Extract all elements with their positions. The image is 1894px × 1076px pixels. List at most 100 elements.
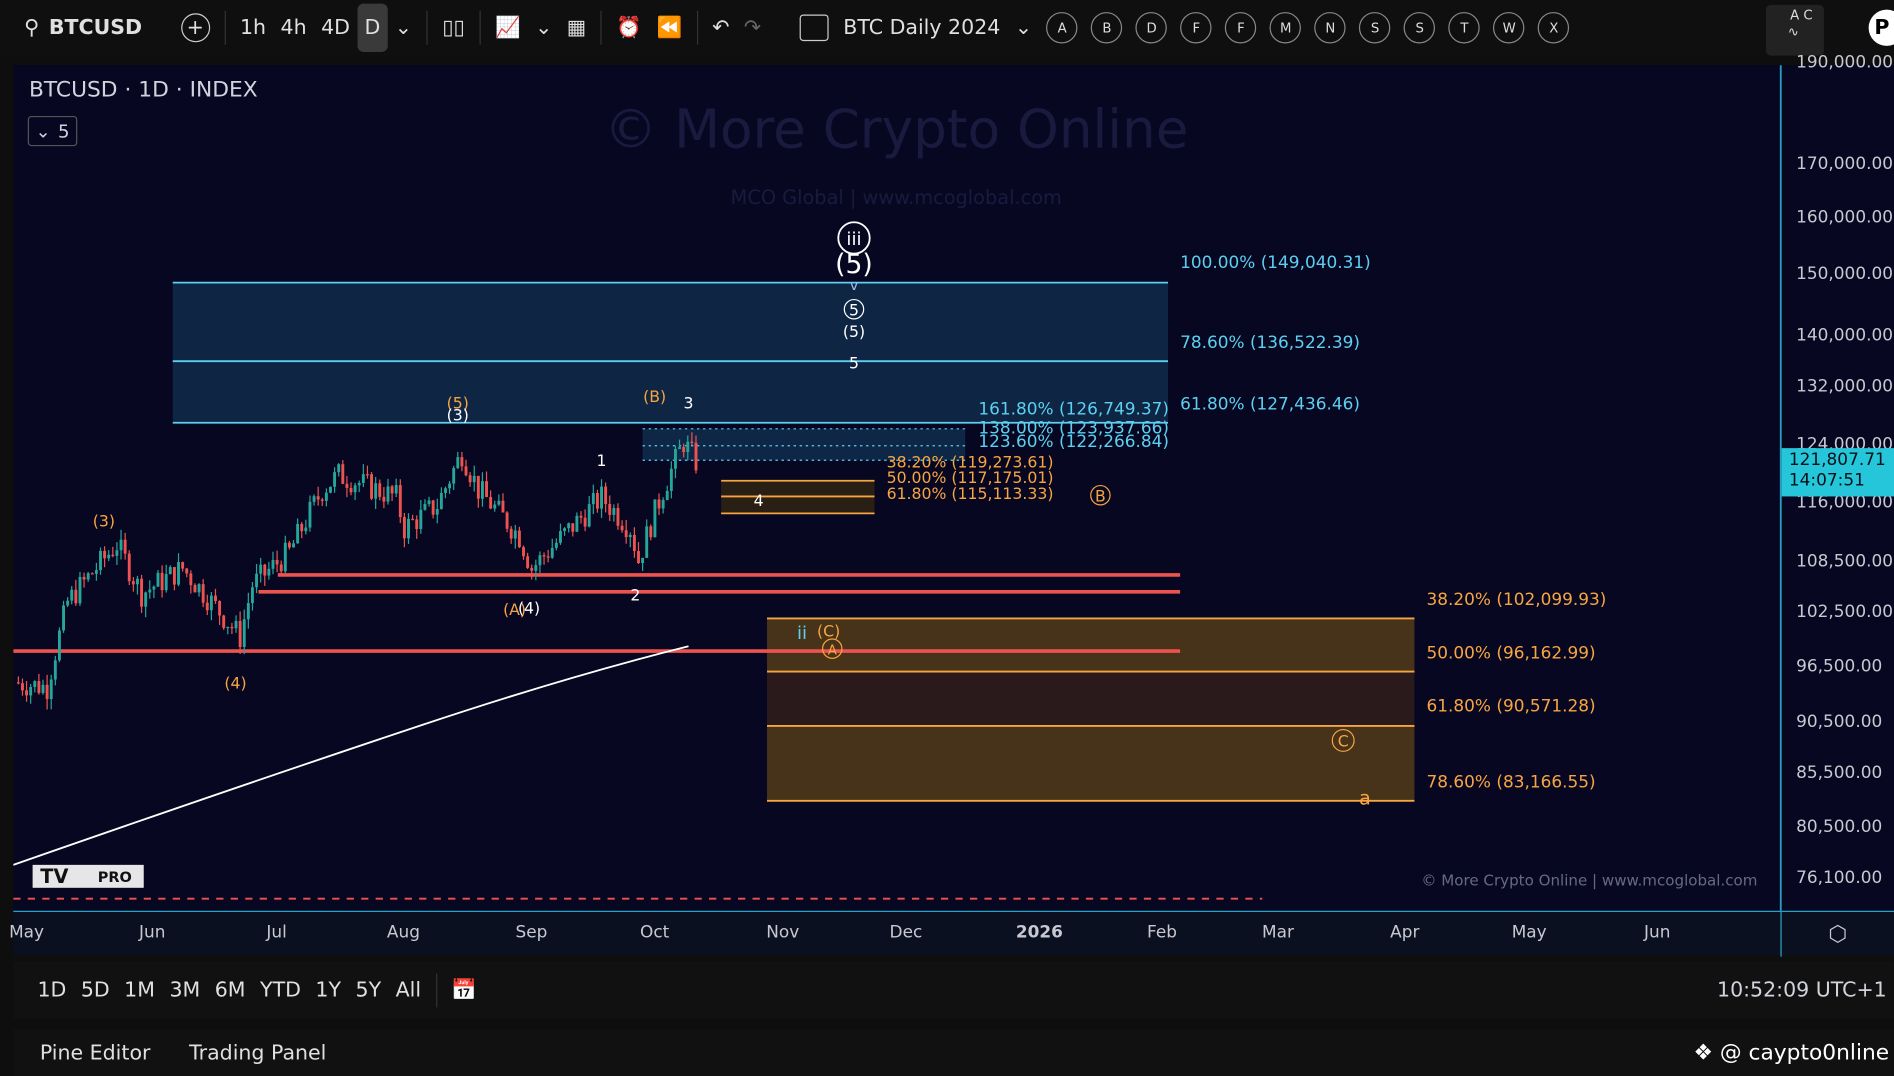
candle-body bbox=[49, 679, 53, 700]
favorite-4[interactable]: F bbox=[1225, 12, 1257, 44]
range-all[interactable]: All bbox=[388, 970, 428, 1011]
candle-body bbox=[513, 530, 517, 539]
favorite-11[interactable]: X bbox=[1538, 12, 1570, 44]
favorite-0[interactable]: A bbox=[1046, 12, 1078, 44]
candle-body bbox=[600, 486, 603, 509]
chevron-down-icon[interactable]: ⌄ bbox=[528, 7, 560, 48]
chevron-down-icon[interactable]: ⌄ bbox=[388, 7, 420, 48]
layout-name[interactable]: BTC Daily 2024 bbox=[836, 7, 1008, 48]
symbol-search[interactable]: ⚲ BTCUSD bbox=[17, 7, 149, 48]
candle-body bbox=[275, 559, 279, 565]
range-3m[interactable]: 3M bbox=[162, 970, 207, 1011]
candle-body bbox=[694, 442, 698, 471]
axis-settings-icon[interactable]: ⬡ bbox=[1780, 911, 1894, 957]
profile-avatar[interactable]: P bbox=[1868, 9, 1894, 46]
price-tick: 170,000.00 bbox=[1796, 154, 1893, 174]
candle-body bbox=[637, 551, 640, 563]
goto-date-icon[interactable]: 📅 bbox=[444, 970, 484, 1011]
fib-zone-lower-c bbox=[767, 725, 1415, 801]
redo-icon[interactable]: ↷ bbox=[737, 7, 769, 48]
time-tick: Feb bbox=[1147, 922, 1177, 943]
candle-body bbox=[333, 472, 337, 487]
candle-body bbox=[230, 626, 234, 629]
favorite-1[interactable]: B bbox=[1091, 12, 1123, 44]
favorite-7[interactable]: S bbox=[1359, 12, 1391, 44]
range-1y[interactable]: 1Y bbox=[308, 970, 348, 1011]
chart-svg[interactable]: © More Crypto Online MCO Global | www.mc… bbox=[12, 65, 1894, 955]
tab-trading-panel[interactable]: Trading Panel bbox=[182, 1032, 334, 1073]
creator-handle: ❖ @ caypto0nline bbox=[1693, 1040, 1889, 1065]
candle-body bbox=[259, 564, 263, 574]
range-1m[interactable]: 1M bbox=[117, 970, 162, 1011]
svg-text:PRO: PRO bbox=[98, 870, 132, 886]
candle-body bbox=[419, 509, 423, 530]
candle-body bbox=[152, 586, 156, 590]
symbol-legend[interactable]: BTCUSD · 1D · INDEX bbox=[29, 77, 258, 102]
wave-C-paren: (C) bbox=[817, 622, 840, 641]
candle-body bbox=[435, 509, 439, 515]
candle-body bbox=[361, 474, 365, 484]
price-axis[interactable]: 190,000.00 170,000.00 160,000.00 150,000.0… bbox=[1780, 53, 1894, 911]
handle-text: @ caypto0nline bbox=[1719, 1040, 1890, 1066]
chart-canvas[interactable]: © More Crypto Online MCO Global | www.mc… bbox=[12, 65, 1894, 955]
symbol-label: BTCUSD bbox=[48, 15, 143, 40]
layouts-grid-icon[interactable]: ▦ bbox=[560, 7, 594, 48]
candle-body bbox=[300, 523, 304, 532]
candle-body bbox=[226, 626, 230, 629]
interval-1h[interactable]: 1h bbox=[233, 7, 274, 48]
layout-checkbox[interactable] bbox=[793, 7, 836, 48]
indicators-icon[interactable]: 📈 bbox=[488, 7, 528, 48]
time-tick: May bbox=[9, 922, 45, 943]
tradingview-pro-logo: PRO TV bbox=[32, 864, 144, 888]
moving-average-line[interactable] bbox=[12, 645, 689, 866]
candle-body bbox=[119, 539, 123, 551]
favorite-10[interactable]: W bbox=[1493, 12, 1525, 44]
alert-clock-icon[interactable]: ⏰ bbox=[609, 7, 649, 48]
interval-d[interactable]: D bbox=[357, 3, 388, 52]
candle-body bbox=[641, 557, 645, 563]
candle-body bbox=[70, 589, 74, 601]
favorite-6[interactable]: N bbox=[1314, 12, 1347, 44]
range-ytd[interactable]: YTD bbox=[253, 970, 308, 1011]
favorite-2[interactable]: D bbox=[1135, 12, 1168, 44]
chevron-down-icon[interactable]: ⌄ bbox=[1008, 7, 1040, 48]
candle-body bbox=[304, 527, 308, 532]
replay-icon[interactable]: ⏪ bbox=[649, 7, 689, 48]
tab-pine-editor[interactable]: Pine Editor bbox=[33, 1032, 158, 1073]
wave-4-paren: (4) bbox=[518, 599, 540, 618]
candle-body bbox=[480, 481, 484, 499]
candle-body bbox=[287, 542, 291, 548]
candle-body bbox=[411, 518, 415, 521]
candle-body bbox=[341, 464, 345, 484]
range-1d[interactable]: 1D bbox=[30, 970, 73, 1011]
time-axis[interactable]: May Jun Jul Aug Sep Oct Nov Dec 2026 Feb Mar Apr May… bbox=[9, 910, 1894, 957]
range-5y[interactable]: 5Y bbox=[348, 970, 388, 1011]
wave-5-circled: 5 bbox=[849, 300, 859, 319]
drag-handle-icon[interactable]: A C ∿ bbox=[1765, 4, 1824, 56]
clock[interactable]: 10:52:09 UTC+1 bbox=[1717, 978, 1887, 1002]
favorite-3[interactable]: F bbox=[1180, 12, 1213, 44]
compare-add-icon[interactable]: + bbox=[174, 7, 217, 48]
candle-body bbox=[678, 447, 682, 449]
candle-body bbox=[415, 519, 419, 530]
candle-body bbox=[353, 485, 357, 493]
candles-icon[interactable]: ▯▯ bbox=[435, 7, 472, 48]
favorite-9[interactable]: T bbox=[1448, 12, 1481, 44]
range-5d[interactable]: 5D bbox=[74, 970, 117, 1011]
candle-body bbox=[526, 556, 530, 568]
undo-icon[interactable]: ↶ bbox=[705, 7, 737, 48]
range-6m[interactable]: 6M bbox=[207, 970, 252, 1011]
interval-4h[interactable]: 4h bbox=[273, 7, 314, 48]
candle-body bbox=[123, 539, 127, 554]
candle-body bbox=[493, 504, 497, 509]
indicators-collapse-button[interactable]: ⌄ 5 bbox=[27, 115, 78, 147]
time-tick: Mar bbox=[1261, 922, 1294, 943]
wave-3: 3 bbox=[684, 393, 694, 412]
candle-body bbox=[172, 567, 176, 585]
favorite-8[interactable]: S bbox=[1404, 12, 1436, 44]
candle-body bbox=[136, 578, 139, 585]
favorite-5[interactable]: M bbox=[1269, 12, 1302, 44]
bar-countdown: 14:07:51 bbox=[1788, 471, 1865, 491]
fib-lower-786: 78.60% (83,166.55) bbox=[1427, 772, 1596, 792]
interval-4d[interactable]: 4D bbox=[314, 7, 357, 48]
